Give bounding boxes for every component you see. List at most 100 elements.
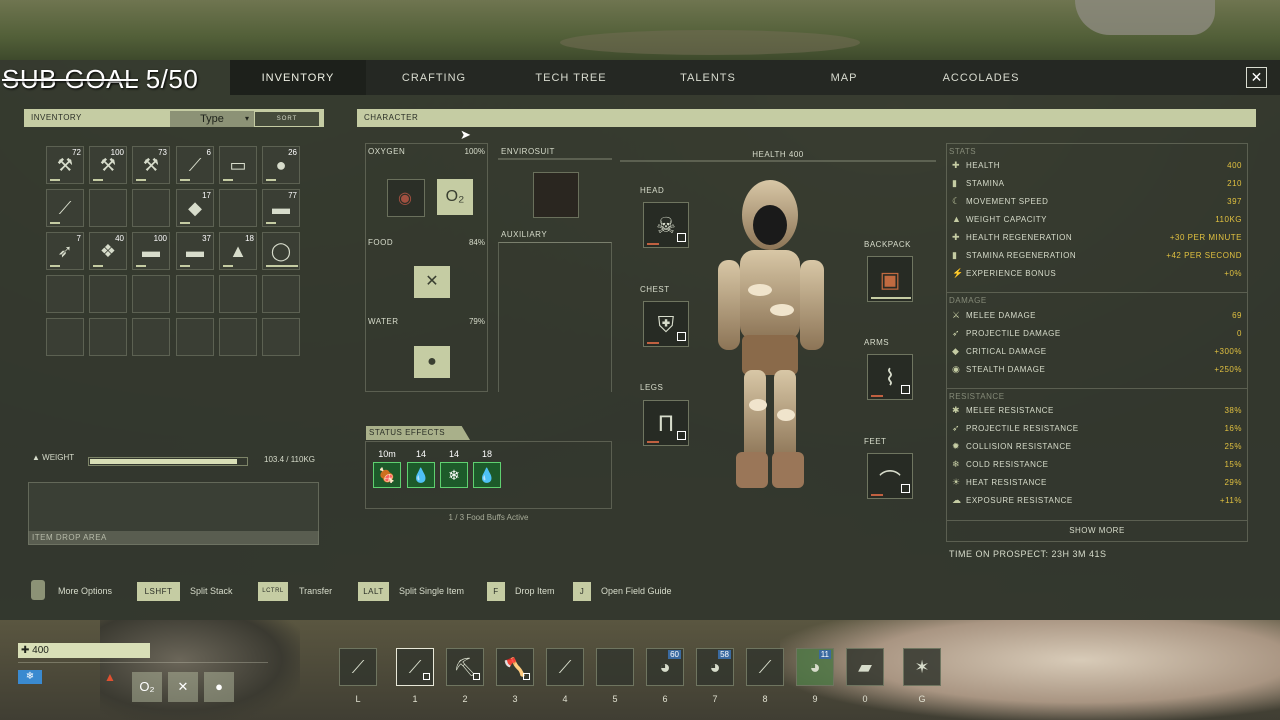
durability-bar <box>647 243 659 245</box>
hotbar-slot[interactable]: ◕ 58 <box>696 648 734 686</box>
tab-accolades[interactable]: Accolades <box>913 60 1049 95</box>
stat-value: 400 <box>1227 161 1242 170</box>
backpack-slot[interactable]: ▣ <box>867 256 913 302</box>
hotbar-slot[interactable]: ⛏ <box>446 648 484 686</box>
hotbar-key: 8 <box>762 694 768 704</box>
stat-name: Exposure Resistance <box>966 496 1073 505</box>
hotbar-slot[interactable]: ⟋ <box>546 648 584 686</box>
sort-button[interactable]: Sort <box>254 111 320 127</box>
hotbar-slot[interactable] <box>596 648 634 686</box>
feet-label: Feet <box>864 437 887 446</box>
oxygen-tank-slot[interactable]: ◉ <box>387 179 425 217</box>
equipped-mark <box>473 673 480 680</box>
inventory-slot[interactable] <box>176 318 214 356</box>
hud-food-icon: ✕ <box>168 672 198 702</box>
chest-slot[interactable]: ⛨ <box>643 301 689 347</box>
inventory-slot[interactable] <box>219 318 257 356</box>
inventory-slot[interactable]: ▬ 100 <box>132 232 170 270</box>
inventory-slot[interactable]: ⟋ 6 <box>176 146 214 184</box>
item-count: 100 <box>110 148 124 157</box>
item-count: 58 <box>718 650 731 659</box>
equipped-mark <box>677 332 686 341</box>
stat-row: ☾ Movement Speed 397 <box>952 196 1242 210</box>
world-background-bottom <box>0 620 1280 720</box>
hotbar-key: 5 <box>612 694 618 704</box>
hud-divider <box>18 662 268 663</box>
inventory-slot[interactable]: ◆ 17 <box>176 189 214 227</box>
hint-split-stack: Split Stack <box>190 586 233 596</box>
envirosuit-slot[interactable] <box>533 172 579 218</box>
arms-slot[interactable]: ⌇ <box>867 354 913 400</box>
inventory-slot[interactable]: ◯ <box>262 232 300 270</box>
sub-goal-overlay: SUB GOAL 5/50 <box>2 64 198 95</box>
water-drop-icon[interactable]: ● <box>414 346 450 378</box>
snowflake-icon[interactable]: ❄ <box>440 462 468 488</box>
inventory-slot[interactable] <box>89 275 127 313</box>
inventory-slot[interactable]: ⚒ 72 <box>46 146 84 184</box>
feet-slot[interactable]: ⌒ <box>867 453 913 499</box>
weight-icon: ▲ <box>32 453 40 462</box>
item-count: 7 <box>76 234 81 243</box>
tab-tech-tree[interactable]: Tech Tree <box>503 60 639 95</box>
stat-row: ✱ Melee Resistance 38% <box>952 405 1242 419</box>
tab-talents[interactable]: Talents <box>640 60 776 95</box>
inventory-slot[interactable] <box>176 275 214 313</box>
tab-crafting[interactable]: Crafting <box>366 60 502 95</box>
inventory-slot[interactable] <box>219 189 257 227</box>
close-button[interactable]: ✕ <box>1246 67 1267 88</box>
inventory-slot[interactable]: ➶ 7 <box>46 232 84 270</box>
inventory-slot[interactable] <box>132 275 170 313</box>
hotbar-slot[interactable]: ⟋ <box>746 648 784 686</box>
meat-icon[interactable]: 🍖 <box>373 462 401 488</box>
inventory-slot[interactable]: ⚒ 100 <box>89 146 127 184</box>
tab-inventory[interactable]: Inventory <box>230 60 366 95</box>
oxygen-label: Oxygen <box>368 147 406 156</box>
food-value: 84% <box>468 238 485 247</box>
inventory-slot[interactable]: ▲ 18 <box>219 232 257 270</box>
inventory-slot[interactable] <box>219 275 257 313</box>
inventory-slot[interactable] <box>132 189 170 227</box>
hotbar-slot[interactable]: ⟋ <box>396 648 434 686</box>
inventory-slot[interactable] <box>89 318 127 356</box>
inventory-slot[interactable]: ▭ <box>219 146 257 184</box>
durability-bar <box>871 297 911 299</box>
inventory-slot[interactable]: ⚒ 73 <box>132 146 170 184</box>
fork-knife-icon[interactable]: ✕ <box>414 266 450 298</box>
inventory-slot[interactable]: ● 26 <box>262 146 300 184</box>
hotbar-slot[interactable]: ▰ <box>846 648 884 686</box>
stat-row: ▲ Weight Capacity 110kg <box>952 214 1242 228</box>
stat-value: +300% <box>1214 347 1242 356</box>
stat-row: ▮ Stamina 210 <box>952 178 1242 192</box>
inventory-slot[interactable]: ⟋ <box>46 189 84 227</box>
stat-name: Critical Damage <box>966 347 1047 356</box>
inventory-slot[interactable] <box>46 275 84 313</box>
hotbar-key: 2 <box>462 694 468 704</box>
inventory-slot[interactable]: ▬ 37 <box>176 232 214 270</box>
show-more-button[interactable]: Show More <box>946 526 1248 535</box>
inventory-slot[interactable]: ❖ 40 <box>89 232 127 270</box>
drops-icon[interactable]: 💧 <box>473 462 501 488</box>
inventory-slot[interactable] <box>132 318 170 356</box>
hotbar-slot[interactable]: ◕ 60 <box>646 648 684 686</box>
legs-slot[interactable]: Π <box>643 400 689 446</box>
water-drop-icon[interactable]: 💧 <box>407 462 435 488</box>
stat-row: ⚡ Experience Bonus +0% <box>952 268 1242 282</box>
bone-tool-icon: ⚒ <box>142 155 160 175</box>
sort-dropdown[interactable]: Type ▾ <box>170 111 254 127</box>
tab-map[interactable]: Map <box>776 60 912 95</box>
hotbar-slot[interactable]: ✶ <box>903 648 941 686</box>
head-slot[interactable]: ☠ <box>643 202 689 248</box>
equipped-mark <box>901 484 910 493</box>
stat-name: Health Regeneration <box>966 233 1073 242</box>
inventory-slot[interactable] <box>46 318 84 356</box>
inventory-slot[interactable] <box>262 275 300 313</box>
inventory-slot[interactable]: ▬ 77 <box>262 189 300 227</box>
inventory-slot[interactable] <box>89 189 127 227</box>
hotbar-key: L <box>355 694 361 704</box>
hotbar-slot[interactable]: ◕ 11 <box>796 648 834 686</box>
inventory-slot[interactable] <box>262 318 300 356</box>
key-lctrl: LCTRL <box>258 582 288 601</box>
hotbar-slot[interactable]: ⟋ <box>339 648 377 686</box>
hotbar-slot[interactable]: 🪓 <box>496 648 534 686</box>
rope-ring-icon: ◯ <box>270 241 292 261</box>
